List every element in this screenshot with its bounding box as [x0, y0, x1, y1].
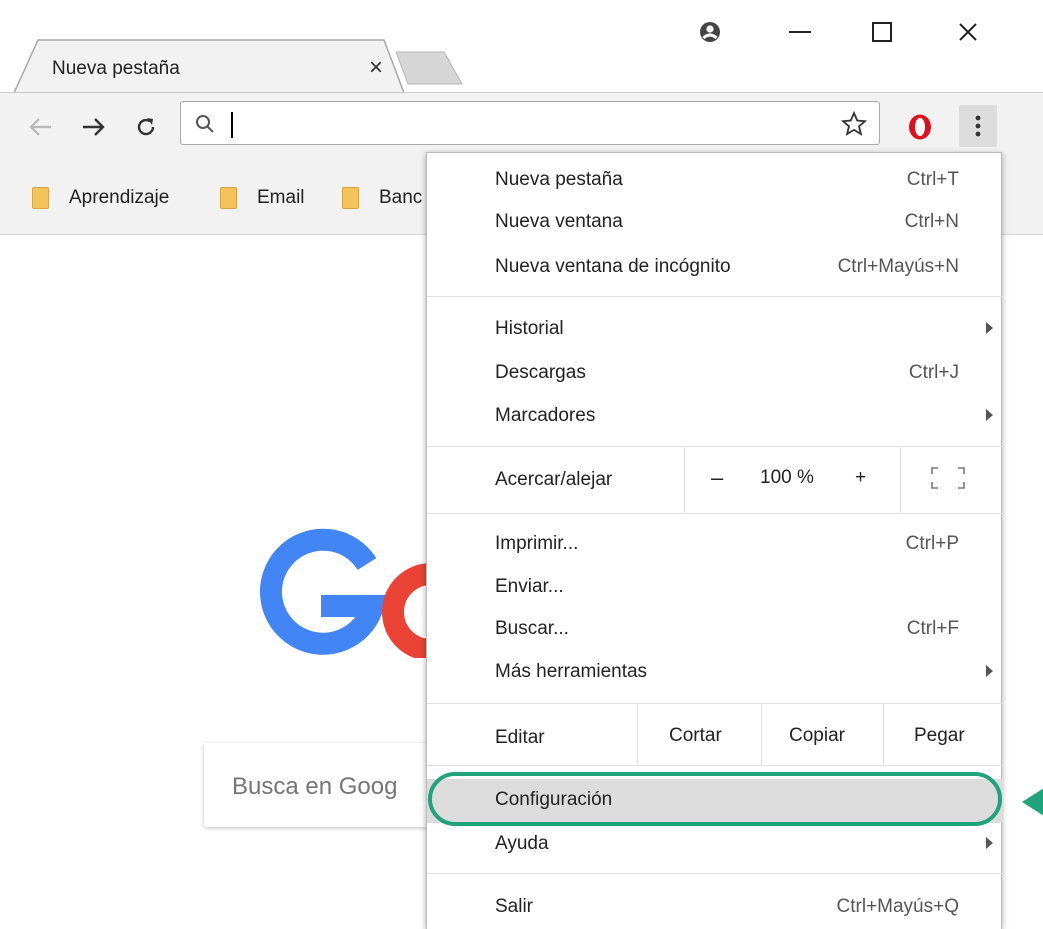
reload-icon[interactable]: [130, 111, 162, 143]
bookmark-label: Aprendizaje: [69, 187, 170, 208]
more-vert-icon: [975, 115, 981, 137]
menu-item-label: Buscar...: [495, 618, 569, 639]
new-tab-button[interactable]: [395, 50, 464, 86]
zoom-divider: [684, 447, 685, 513]
tab-nueva-pestana[interactable]: Nueva pestaña ×: [14, 38, 404, 93]
menu-item-imprimir[interactable]: Imprimir... Ctrl+P: [427, 525, 1003, 565]
menu-item-nueva-ventana-incognito[interactable]: Nueva ventana de incógnito Ctrl+Mayús+N: [427, 248, 1003, 288]
menu-separator: [427, 873, 1003, 874]
star-bookmark-icon[interactable]: [841, 111, 867, 137]
edit-divider: [761, 703, 762, 765]
edit-row: Editar Cortar Copiar Pegar: [427, 703, 1003, 765]
menu-item-shortcut: Ctrl+Mayús+N: [837, 256, 959, 277]
menu-item-enviar[interactable]: Enviar...: [427, 568, 1003, 608]
menu-item-shortcut: Ctrl+F: [906, 618, 959, 639]
menu-item-label: Descargas: [495, 362, 586, 383]
menu-item-marcadores[interactable]: Marcadores: [427, 397, 1003, 437]
edit-divider: [883, 703, 884, 765]
google-logo: [255, 234, 455, 384]
menu-separator: [427, 513, 1003, 514]
cut-button[interactable]: Cortar: [669, 725, 722, 747]
bookmark-label: Email: [257, 187, 305, 208]
menu-item-label: Más herramientas: [495, 661, 648, 682]
menu-item-label: Imprimir...: [495, 533, 579, 554]
menu-item-nueva-pestana[interactable]: Nueva pestaña Ctrl+T: [427, 161, 1003, 201]
zoom-row: Acercar/alejar – 100 % +: [427, 447, 1003, 513]
edit-label: Editar: [495, 727, 545, 748]
menu-separator: [427, 765, 1003, 766]
close-window-button[interactable]: [948, 12, 988, 52]
back-arrow-icon[interactable]: [24, 111, 56, 143]
submenu-arrow-icon: [986, 665, 993, 677]
text-caret: [231, 112, 233, 138]
menu-item-ayuda[interactable]: Ayuda: [427, 825, 1003, 865]
forward-arrow-icon[interactable]: [78, 111, 110, 143]
menu-item-shortcut: Ctrl+J: [908, 362, 959, 383]
menu-separator: [427, 296, 1003, 297]
profile-icon[interactable]: [690, 12, 730, 52]
menu-item-nueva-ventana[interactable]: Nueva ventana Ctrl+N: [427, 203, 1003, 243]
zoom-out-button[interactable]: –: [711, 465, 723, 491]
omnibox[interactable]: [180, 101, 880, 145]
title-bar: Nueva pestaña ×: [0, 0, 1043, 93]
menu-item-label: Nueva pestaña: [495, 169, 623, 190]
menu-item-label: Historial: [495, 318, 564, 339]
maximize-button[interactable]: [862, 12, 902, 52]
bookmark-folder-email[interactable]: Email: [220, 186, 305, 210]
copy-button[interactable]: Copiar: [789, 725, 845, 747]
folder-icon: [32, 187, 49, 209]
submenu-arrow-icon: [986, 837, 993, 849]
folder-icon: [342, 187, 359, 209]
menu-item-salir[interactable]: Salir Ctrl+Mayús+Q: [427, 888, 1003, 928]
submenu-arrow-icon: [986, 409, 993, 421]
bookmark-folder-aprendizaje[interactable]: Aprendizaje: [32, 186, 169, 210]
minimize-button[interactable]: [780, 12, 820, 52]
menu-item-label: Ayuda: [495, 833, 549, 854]
tab-title: Nueva pestaña: [52, 58, 180, 79]
edit-divider: [637, 703, 638, 765]
zoom-divider: [900, 447, 901, 513]
menu-item-shortcut: Ctrl+Mayús+Q: [836, 896, 959, 917]
toolbar: [0, 92, 1043, 161]
menu-item-label: Configuración: [495, 789, 613, 810]
fullscreen-icon[interactable]: [931, 467, 965, 489]
paste-button[interactable]: Pegar: [914, 725, 965, 747]
opera-extension-icon[interactable]: [904, 111, 936, 143]
menu-item-historial[interactable]: Historial: [427, 310, 1003, 350]
zoom-in-button[interactable]: +: [855, 467, 866, 489]
menu-item-label: Salir: [495, 896, 534, 917]
search-placeholder: Busca en Goog: [232, 773, 398, 800]
menu-item-configuracion[interactable]: Configuración: [427, 779, 1003, 823]
menu-item-mas-herramientas[interactable]: Más herramientas: [427, 653, 1003, 693]
menu-item-shortcut: Ctrl+P: [905, 533, 959, 554]
google-logo: [260, 528, 435, 658]
menu-item-label: Nueva ventana de incógnito: [495, 256, 731, 277]
chrome-menu: Nueva pestaña Ctrl+T Nueva ventana Ctrl+…: [426, 152, 1003, 929]
bookmark-label: Banc: [379, 187, 423, 208]
menu-item-shortcut: Ctrl+T: [906, 169, 959, 190]
chrome-menu-button[interactable]: [959, 105, 997, 147]
menu-item-buscar[interactable]: Buscar... Ctrl+F: [427, 610, 1003, 650]
bookmark-folder-banc[interactable]: Banc: [342, 186, 422, 210]
search-icon: [196, 115, 214, 133]
zoom-label: Acercar/alejar: [495, 469, 613, 490]
pointer-arrow-icon: [1022, 788, 1043, 816]
address-input[interactable]: [231, 108, 825, 140]
menu-item-label: Nueva ventana: [495, 211, 623, 232]
menu-item-descargas[interactable]: Descargas Ctrl+J: [427, 354, 1003, 394]
folder-icon: [220, 187, 237, 209]
menu-item-label: Enviar...: [495, 576, 564, 597]
zoom-value: 100 %: [760, 467, 814, 488]
close-tab-icon[interactable]: ×: [364, 54, 388, 82]
submenu-arrow-icon: [986, 322, 993, 334]
menu-item-shortcut: Ctrl+N: [904, 211, 959, 232]
menu-item-label: Marcadores: [495, 405, 596, 426]
